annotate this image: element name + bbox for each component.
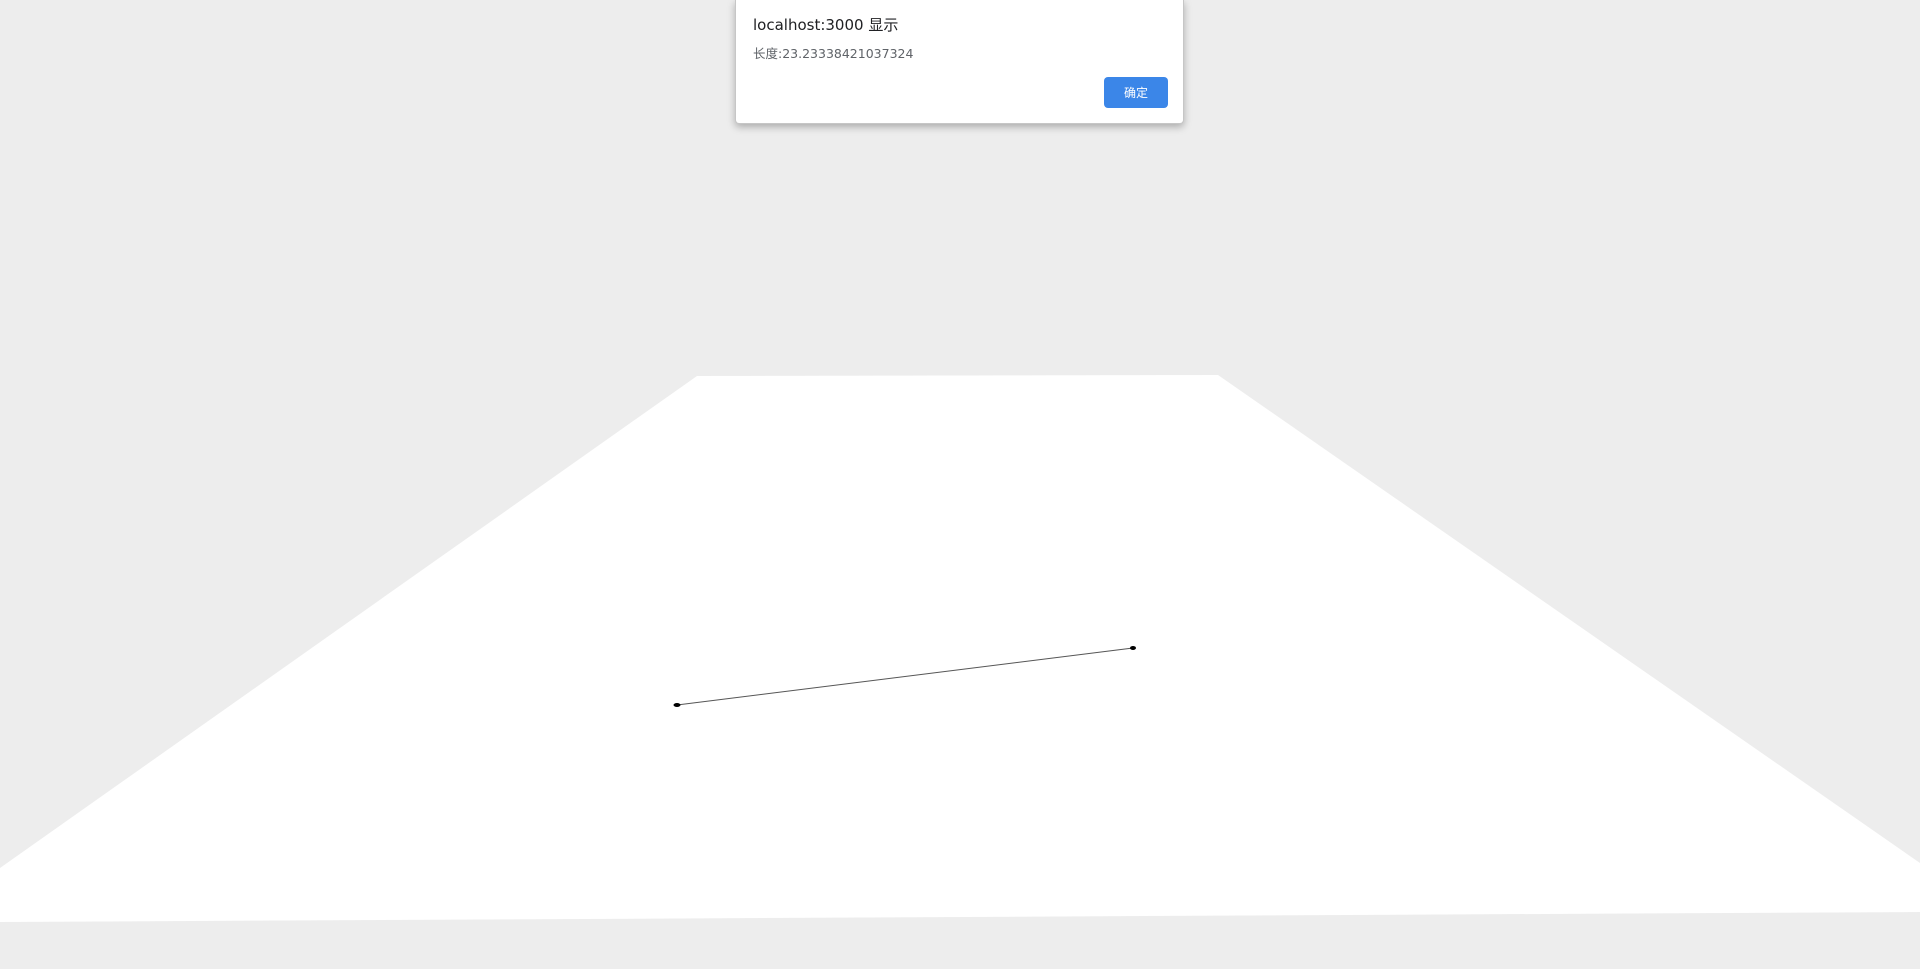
alert-dialog: localhost:3000 显示 长度:23.23338421037324 确… xyxy=(735,0,1184,124)
3d-viewport[interactable] xyxy=(0,0,1920,969)
dialog-message: 长度:23.23338421037324 xyxy=(753,46,914,61)
measurement-end-point[interactable] xyxy=(1130,646,1136,650)
dialog-title: localhost:3000 显示 xyxy=(753,16,899,34)
measurement-start-point[interactable] xyxy=(673,703,681,707)
ok-button[interactable]: 确定 xyxy=(1104,77,1168,108)
